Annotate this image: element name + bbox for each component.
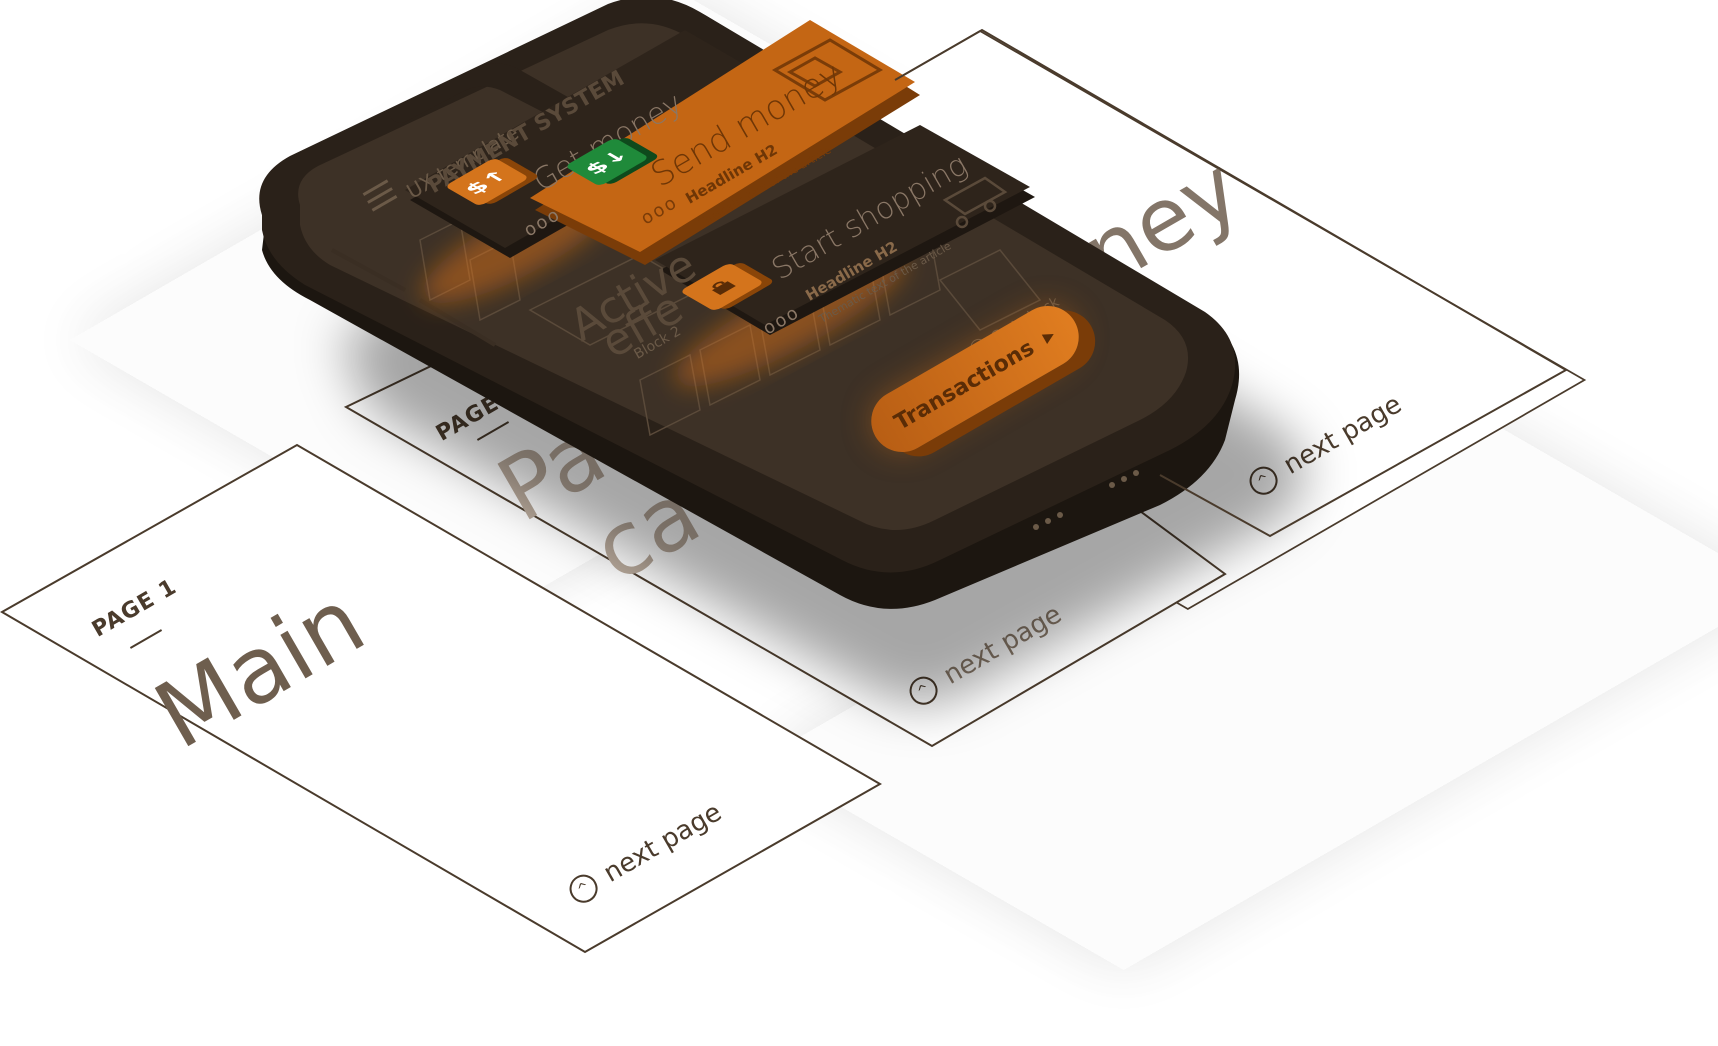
page-1-outline [0, 443, 883, 954]
isometric-scene: ney ^ next page PAGE 2 Pa ca ^ next page [0, 0, 1718, 1046]
